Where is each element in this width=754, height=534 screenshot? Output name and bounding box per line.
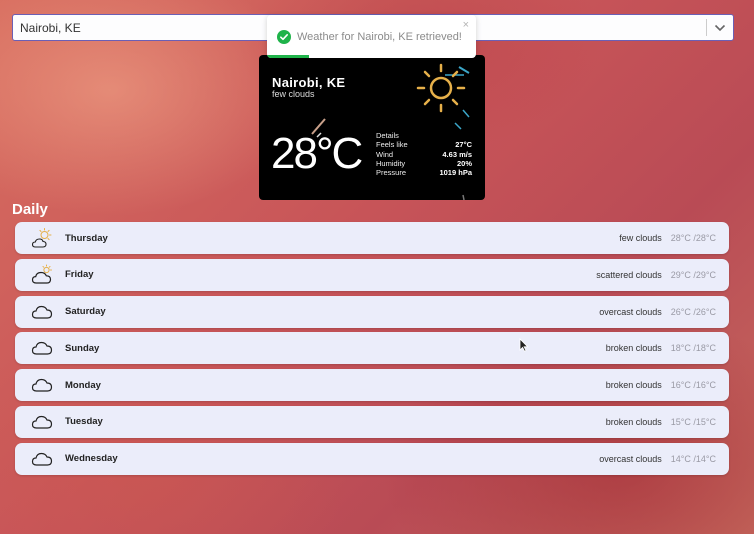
detail-label: Humidity — [376, 158, 406, 168]
cloud-icon — [31, 379, 53, 392]
day-temp-range: 16°C /16°C — [670, 380, 716, 391]
day-name: Wednesday — [65, 453, 118, 465]
day-temp-range: 14°C /14°C — [670, 453, 716, 464]
day-name: Saturday — [65, 306, 106, 318]
current-description: few clouds — [272, 89, 315, 99]
day-condition: overcast clouds — [599, 306, 662, 317]
day-name: Tuesday — [65, 416, 103, 428]
detail-row-humidity: Humidity 20% — [376, 159, 472, 168]
daily-row-friday[interactable]: Friday scattered clouds 29°C /29°C — [15, 258, 729, 291]
daily-heading: Daily — [12, 201, 48, 218]
check-circle-icon — [277, 29, 291, 44]
day-condition: overcast clouds — [599, 453, 662, 464]
day-temp-range: 18°C /18°C — [670, 343, 716, 354]
cloud-icon — [31, 452, 53, 466]
detail-label: Wind — [376, 149, 394, 159]
weather-details: Details Feels like 27°C Wind 4.63 m/s Hu… — [376, 131, 472, 177]
cloud-sun-icon — [31, 264, 52, 284]
cloud-icon — [31, 305, 53, 319]
day-name: Friday — [65, 269, 94, 281]
day-condition: few clouds — [619, 233, 662, 243]
day-temp-range: 29°C /29°C — [670, 269, 716, 280]
close-icon[interactable]: × — [463, 19, 469, 31]
daily-row-sunday[interactable]: Sunday broken clouds 18°C /18°C — [15, 332, 729, 365]
detail-row-feels-like: Feels like 27°C — [376, 140, 472, 149]
cloud-icon — [31, 342, 53, 355]
sun-icon — [416, 63, 466, 113]
cloud-icon — [31, 415, 53, 429]
day-name: Thursday — [65, 232, 108, 244]
detail-label: Pressure — [376, 168, 407, 178]
daily-row-saturday[interactable]: Saturday overcast clouds 26°C /26°C — [15, 295, 729, 328]
current-weather-card: Nairobi, KE few clouds 28°C Details Feel… — [259, 55, 485, 200]
detail-value: 1019 hPa — [439, 168, 472, 178]
detail-value: 4.63 m/s — [442, 149, 472, 159]
mouse-cursor-icon — [519, 338, 529, 352]
detail-value: 20% — [456, 158, 472, 168]
day-condition: broken clouds — [605, 343, 662, 354]
day-temp-range: 26°C /26°C — [670, 306, 716, 317]
day-condition: broken clouds — [605, 416, 662, 427]
current-city: Nairobi, KE — [272, 75, 346, 90]
day-condition: scattered clouds — [596, 269, 662, 280]
daily-row-thursday[interactable]: Thursday few clouds 28°C /28°C — [15, 222, 729, 254]
sun-cloud-icon — [31, 228, 52, 248]
chevron-down-icon[interactable] — [707, 15, 733, 40]
details-heading: Details — [376, 131, 399, 140]
daily-row-monday[interactable]: Monday broken clouds 16°C /16°C — [15, 369, 729, 402]
toast-progress-bar — [267, 55, 309, 58]
daily-forecast-list: Thursday few clouds 28°C /28°C Friday scatte… — [15, 222, 729, 480]
current-temperature: 28°C — [271, 129, 363, 178]
day-temp-range: 28°C /28°C — [670, 233, 716, 243]
success-toast: Weather for Nairobi, KE retrieved! × — [267, 15, 476, 58]
detail-row-pressure: Pressure 1019 hPa — [376, 168, 472, 177]
toast-message: Weather for Nairobi, KE retrieved! — [297, 30, 462, 43]
detail-value: 27°C — [455, 140, 472, 150]
day-condition: broken clouds — [605, 380, 662, 391]
detail-row-wind: Wind 4.63 m/s — [376, 150, 472, 159]
daily-row-wednesday[interactable]: Wednesday overcast clouds 14°C /14°C — [15, 442, 729, 475]
day-temp-range: 15°C /15°C — [670, 416, 716, 427]
detail-label: Feels like — [376, 140, 408, 150]
day-name: Monday — [65, 379, 101, 391]
daily-row-tuesday[interactable]: Tuesday broken clouds 15°C /15°C — [15, 405, 729, 438]
